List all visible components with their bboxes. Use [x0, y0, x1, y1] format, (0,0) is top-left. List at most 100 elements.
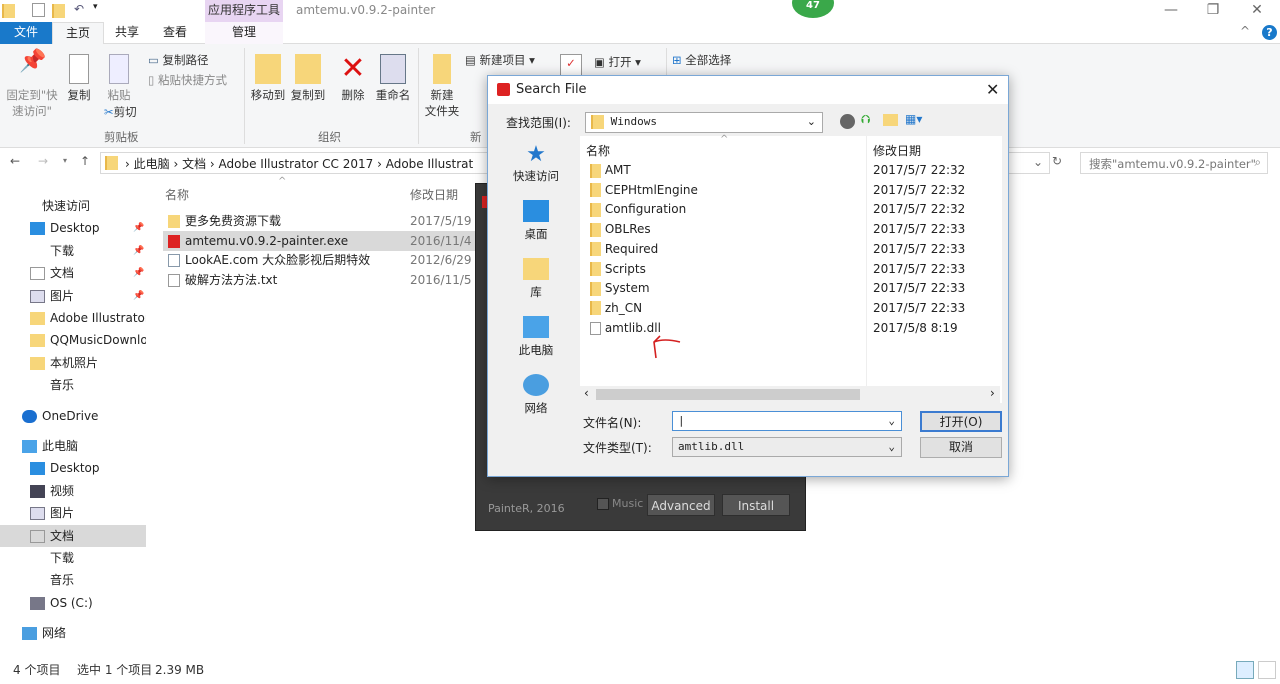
back-icon[interactable] — [840, 114, 855, 129]
sidebar-item[interactable]: Adobe Illustrator — [0, 307, 146, 329]
thumbnail-view-button[interactable] — [1258, 661, 1276, 679]
open-button[interactable]: ▣ 打开 ▾ — [594, 54, 641, 70]
file-row[interactable]: amtemu.v0.9.2-painter.exe 2016/11/4 1 — [163, 230, 480, 251]
dialog-file-row[interactable]: OBLRes 2017/5/7 22:33 — [580, 219, 1000, 239]
paste-button[interactable]: 粘贴 — [102, 54, 136, 103]
column-header-name[interactable]: 名称 — [165, 186, 189, 203]
file-row[interactable]: 更多免费资源下载 2017/5/19 1 — [163, 211, 480, 231]
sidebar-item[interactable]: 文档 📌 — [0, 262, 146, 284]
install-button[interactable]: Install — [722, 494, 790, 516]
pin-icon[interactable]: 📌 — [133, 217, 144, 239]
filetype-select[interactable]: amtlib.dll ⌄ — [672, 437, 902, 457]
copy-button[interactable]: 复制 — [62, 54, 96, 103]
file-row[interactable]: 破解方法方法.txt 2016/11/5 1 — [163, 270, 480, 290]
new-folder-button[interactable]: 新建 文件夹 — [424, 54, 460, 119]
help-icon[interactable]: ? — [1262, 25, 1277, 40]
file-row[interactable]: LookAE.com 大众脸影视后期特效 2012/6/29 1 — [163, 250, 480, 270]
up-folder-icon[interactable]: ⮉ — [861, 112, 870, 127]
sidebar-item[interactable]: 本机照片 — [0, 352, 146, 374]
tab-file[interactable]: 文件 — [0, 22, 52, 44]
details-view-button[interactable] — [1236, 661, 1254, 679]
sidebar-item[interactable]: 音乐 — [0, 569, 146, 591]
customize-toolbar-icon[interactable]: ▾ — [93, 2, 98, 12]
sidebar-item[interactable]: Desktop — [0, 457, 146, 479]
dialog-file-row[interactable]: amtlib.dll 2017/5/8 8:19 — [580, 318, 1000, 338]
restore-button[interactable]: ❐ — [1190, 0, 1236, 22]
horizontal-scrollbar[interactable]: ‹ › — [580, 386, 1000, 403]
crumb[interactable]: Adobe Illustrat — [386, 157, 474, 171]
refresh-button[interactable]: ↻ — [1052, 154, 1062, 168]
music-checkbox[interactable] — [597, 498, 609, 510]
scrollbar-thumb[interactable] — [596, 389, 860, 400]
pin-quick-access-button[interactable]: 📌 固定到"快速访问" — [4, 51, 60, 119]
sidebar-item[interactable]: QQMusicDownloa — [0, 329, 146, 351]
sidebar-item[interactable]: 此电脑 — [0, 435, 146, 457]
sidebar-item[interactable]: 文档 — [0, 524, 146, 547]
advanced-button[interactable]: Advanced — [647, 494, 715, 516]
open-button[interactable]: 打开(O) — [920, 411, 1002, 432]
column-header-name[interactable]: 名称 — [586, 142, 610, 159]
sidebar-item[interactable]: 网络 — [0, 622, 146, 644]
sidebar-item[interactable]: 下载 — [0, 547, 146, 569]
dialog-file-row[interactable]: Required 2017/5/7 22:33 — [580, 239, 1000, 259]
new-folder-icon[interactable] — [52, 4, 65, 18]
cut-button[interactable]: ✂剪切 — [104, 104, 137, 120]
dialog-file-row[interactable]: CEPHtmlEngine 2017/5/7 22:32 — [580, 180, 1000, 200]
move-to-button[interactable]: 移动到 — [248, 54, 288, 103]
sidebar-item[interactable]: 图片 📌 — [0, 285, 146, 307]
look-in-select[interactable]: Windows ⌄ — [585, 112, 823, 133]
place-star[interactable]: ★ 快速访问 — [496, 142, 576, 184]
search-input[interactable]: 搜索"amtemu.v0.9.2-painter" ⌕ — [1080, 152, 1268, 174]
sidebar-item[interactable]: Desktop 📌 — [0, 217, 146, 239]
scroll-left-icon[interactable]: ‹ — [584, 386, 589, 400]
dialog-file-row[interactable]: AMT 2017/5/7 22:32 — [580, 160, 1000, 180]
new-folder-icon[interactable] — [883, 114, 898, 126]
place-desktop[interactable]: 桌面 — [496, 200, 576, 242]
tab-manage[interactable]: 管理 — [205, 22, 283, 44]
sidebar-item[interactable]: 音乐 — [0, 374, 146, 396]
cancel-button[interactable]: 取消 — [920, 437, 1002, 458]
paste-shortcut-button[interactable]: ▯ 粘贴快捷方式 — [148, 72, 227, 88]
chevron-down-icon[interactable]: ⌄ — [1033, 155, 1043, 169]
close-icon[interactable]: ✕ — [986, 80, 999, 99]
dialog-file-row[interactable]: Scripts 2017/5/7 22:33 — [580, 259, 1000, 279]
copy-to-button[interactable]: 复制到 — [288, 54, 328, 103]
rename-button[interactable]: 重命名 — [374, 54, 412, 103]
view-menu-icon[interactable]: ▦▾ — [905, 112, 922, 126]
sidebar-item[interactable]: 视频 — [0, 480, 146, 502]
column-header-date[interactable]: 修改日期 — [873, 142, 921, 159]
copy-path-button[interactable]: ▭ 复制路径 — [148, 52, 209, 68]
column-header-date[interactable]: 修改日期 — [410, 186, 458, 203]
sidebar-item[interactable]: 快速访问 — [0, 195, 146, 217]
sidebar-item[interactable]: OS (C:) — [0, 592, 146, 614]
dialog-file-row[interactable]: Configuration 2017/5/7 22:32 — [580, 199, 1000, 219]
pin-icon[interactable]: 📌 — [133, 240, 144, 262]
minimize-button[interactable]: — — [1148, 0, 1194, 22]
crumb[interactable]: Adobe Illustrator CC 2017 — [219, 157, 374, 171]
crumb[interactable]: 文档 — [182, 157, 206, 171]
collapse-ribbon-icon[interactable]: ^ — [1240, 24, 1250, 38]
forward-button[interactable]: → — [38, 154, 48, 168]
dialog-file-row[interactable]: System 2017/5/7 22:33 — [580, 278, 1000, 298]
up-button[interactable]: ↑ — [80, 154, 90, 168]
delete-button[interactable]: ✕ 删除 — [336, 54, 370, 103]
place-library[interactable]: 库 — [496, 258, 576, 300]
scroll-right-icon[interactable]: › — [990, 386, 995, 400]
back-button[interactable]: ← — [10, 154, 20, 168]
pin-icon[interactable]: 📌 — [133, 285, 144, 307]
sidebar-item[interactable]: 下载 📌 — [0, 240, 146, 262]
filename-input[interactable]: | ⌄ — [672, 411, 902, 431]
dialog-file-row[interactable]: zh_CN 2017/5/7 22:33 — [580, 298, 1000, 318]
tab-share[interactable]: 共享 — [106, 22, 148, 44]
pin-icon[interactable]: 📌 — [133, 262, 144, 284]
recent-locations-button[interactable]: ▾ — [63, 156, 67, 165]
tab-view[interactable]: 查看 — [152, 22, 198, 44]
new-item-button[interactable]: ▤ 新建项目 ▾ — [465, 52, 535, 68]
place-computer[interactable]: 此电脑 — [496, 316, 576, 358]
sidebar-item[interactable]: OneDrive — [0, 405, 146, 427]
sidebar-item[interactable]: 图片 — [0, 502, 146, 524]
undo-icon[interactable]: ↶ — [74, 2, 84, 16]
close-button[interactable]: ✕ — [1234, 0, 1280, 22]
tab-home[interactable]: 主页 — [52, 22, 104, 45]
select-all-button[interactable]: ⊞ 全部选择 — [672, 52, 731, 68]
